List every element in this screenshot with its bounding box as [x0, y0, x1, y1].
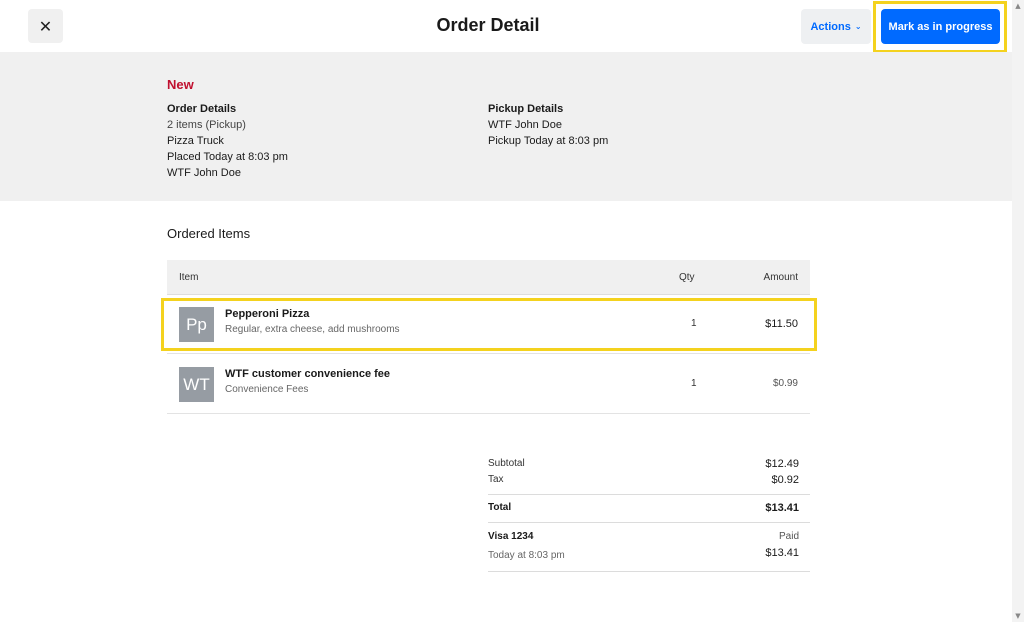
order-details-heading: Order Details	[167, 103, 237, 115]
pickup-time: Pickup Today at 8:03 pm	[488, 135, 609, 147]
order-summary: New Order Details 2 items (Pickup) Pizza…	[0, 52, 1012, 201]
pickup-name: WTF John Doe	[488, 119, 562, 131]
divider	[488, 522, 810, 523]
top-bar: ✕ Order Detail Actions ⌄ Mark as in prog…	[0, 0, 1012, 53]
item-name: WTF customer convenience fee	[225, 368, 391, 380]
item-qty: 1	[691, 318, 697, 329]
subtotal-label: Subtotal	[488, 458, 525, 469]
scrollbar[interactable]: ▲ ▼	[1012, 0, 1024, 622]
payment-method: Visa 1234	[488, 531, 534, 542]
scroll-down-arrow-icon[interactable]: ▼	[1012, 610, 1024, 622]
tax-value: $0.92	[771, 474, 799, 486]
subtotal-line: Subtotal $12.49	[488, 458, 810, 472]
ordered-items-title: Ordered Items	[167, 226, 251, 241]
item-description: Regular, extra cheese, add mushrooms	[225, 324, 400, 335]
total-label: Total	[488, 502, 512, 513]
payment-status: Paid	[778, 531, 799, 542]
order-details: Order Details 2 items (Pickup) Pizza Tru…	[167, 101, 288, 181]
item-description: Convenience Fees	[225, 384, 309, 395]
scroll-up-arrow-icon[interactable]: ▲	[1012, 0, 1024, 12]
table-row[interactable]: WT WTF customer convenience fee Convenie…	[167, 355, 810, 414]
total-line: Total $13.41	[488, 502, 810, 516]
table-row[interactable]: Pp Pepperoni Pizza Regular, extra cheese…	[167, 295, 810, 354]
customer-name: WTF John Doe	[167, 167, 241, 179]
location: Pizza Truck	[167, 135, 224, 147]
total-value: $13.41	[765, 502, 799, 514]
pickup-details-heading: Pickup Details	[488, 103, 564, 115]
divider	[488, 494, 810, 495]
payment-time: Today at 8:03 pm	[488, 550, 565, 561]
actions-dropdown-button[interactable]: Actions ⌄	[801, 9, 871, 44]
payment-detail-line: Today at 8:03 pm $13.41	[488, 547, 810, 561]
item-amount: $0.99	[772, 378, 798, 389]
status-label: New	[167, 77, 194, 92]
pickup-details: Pickup Details WTF John Doe Pickup Today…	[488, 101, 608, 149]
item-thumbnail: Pp	[179, 307, 214, 342]
actions-label: Actions	[810, 20, 851, 33]
column-amount: Amount	[763, 272, 798, 283]
payment-amount: $13.41	[765, 547, 799, 559]
item-name: Pepperoni Pizza	[225, 308, 310, 320]
subtotal-value: $12.49	[765, 458, 799, 470]
mark-in-progress-button[interactable]: Mark as in progress	[881, 9, 1000, 44]
items-table-header: Item Qty Amount	[167, 260, 810, 295]
item-qty: 1	[691, 378, 697, 389]
tax-line: Tax $0.92	[488, 474, 810, 488]
column-qty: Qty	[679, 272, 695, 283]
items-count: 2 items (Pickup)	[167, 119, 246, 131]
item-thumbnail: WT	[179, 367, 214, 402]
divider	[488, 571, 810, 572]
placed-time: Placed Today at 8:03 pm	[167, 151, 288, 163]
tax-label: Tax	[488, 474, 504, 485]
column-item: Item	[179, 272, 199, 283]
chevron-down-icon: ⌄	[854, 22, 862, 31]
payment-line: Visa 1234 Paid	[488, 531, 810, 545]
item-amount: $11.50	[765, 318, 798, 330]
